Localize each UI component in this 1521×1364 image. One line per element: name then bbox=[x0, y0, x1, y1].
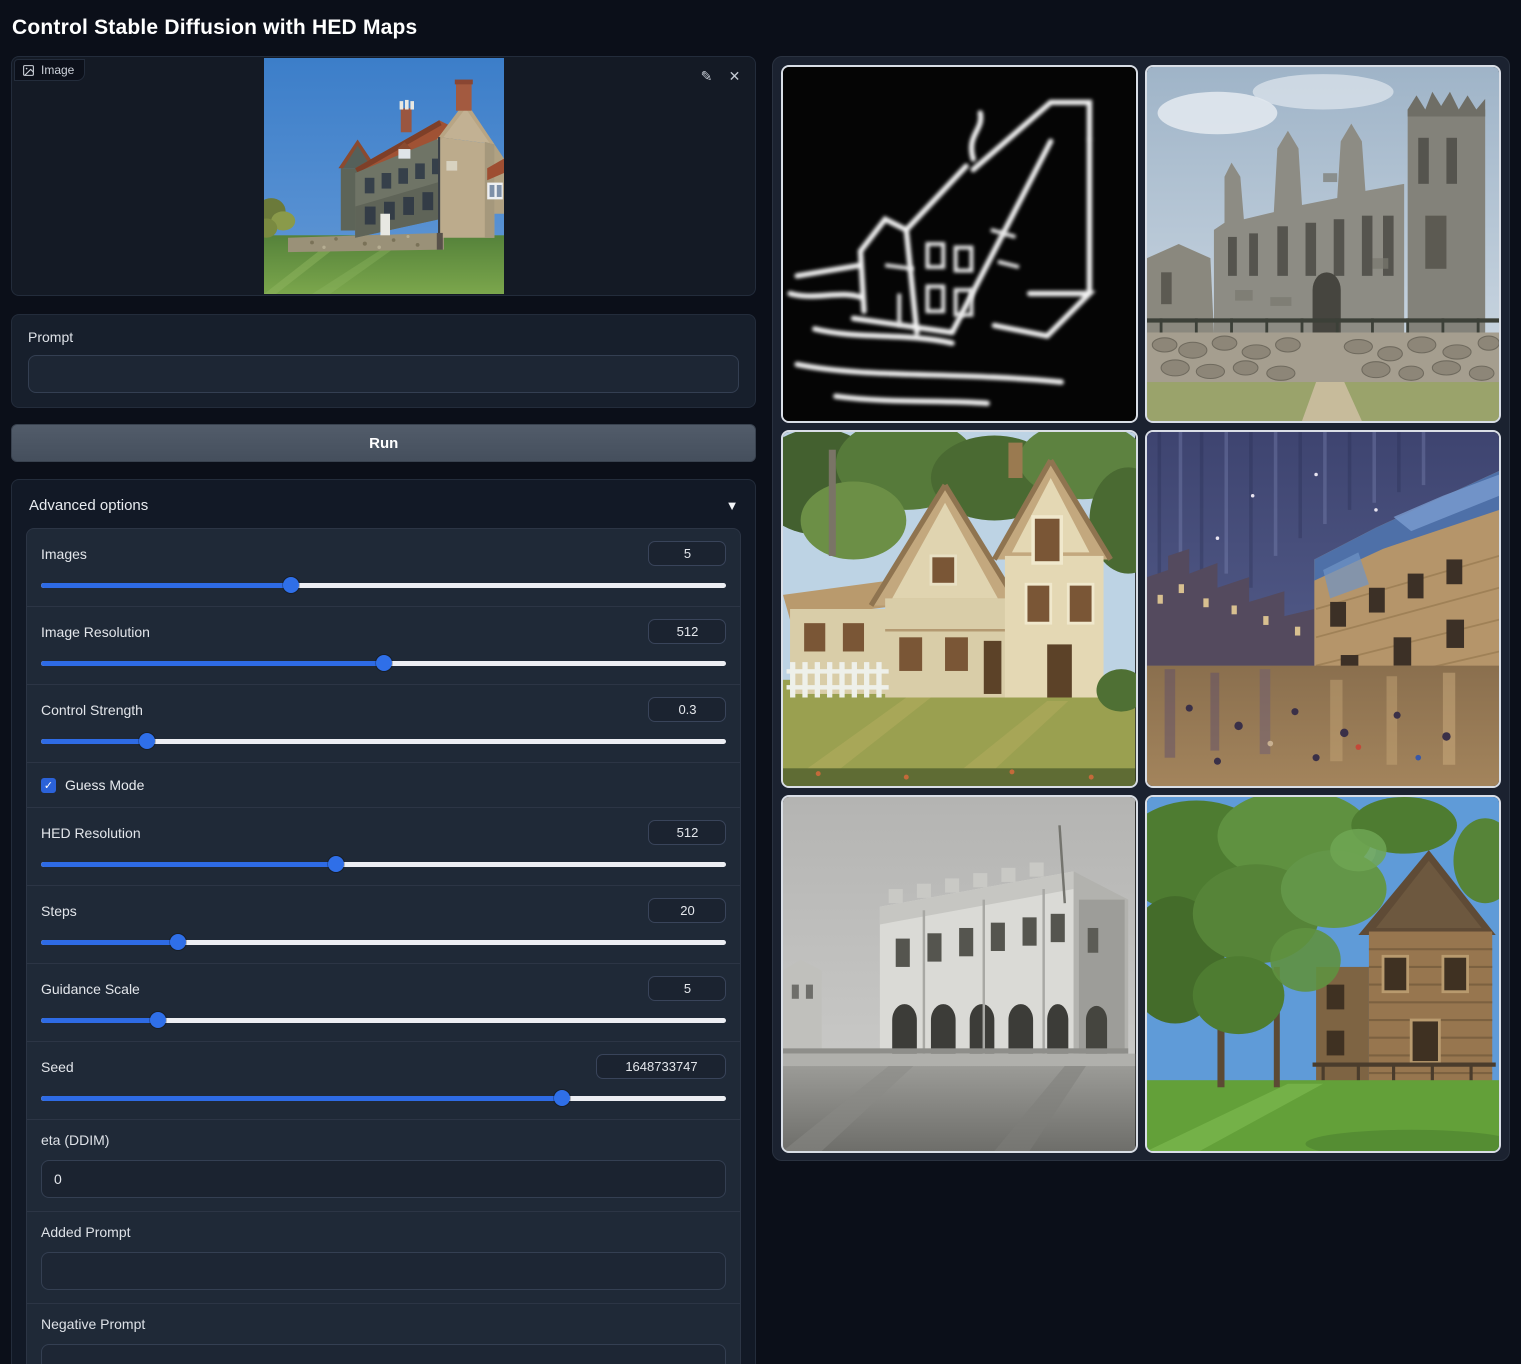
guidance-scale-slider-handle[interactable] bbox=[150, 1012, 166, 1028]
prompt-label: Prompt bbox=[28, 329, 739, 345]
guess-mode-label: Guess Mode bbox=[65, 777, 144, 793]
input-image-component[interactable]: Image ✎ ✕ bbox=[11, 56, 756, 296]
images-slider-label: Images bbox=[41, 546, 87, 562]
advanced-options-title: Advanced options bbox=[29, 497, 148, 514]
cathedral-image bbox=[1147, 67, 1499, 421]
control-strength-value-input[interactable] bbox=[648, 697, 726, 722]
input-image-preview[interactable] bbox=[264, 58, 504, 294]
hed-resolution-value-input[interactable] bbox=[648, 820, 726, 845]
gallery-item-bw-photo[interactable] bbox=[781, 795, 1137, 1153]
prompt-block: Prompt bbox=[11, 314, 756, 408]
gallery-item-cottage-painting[interactable] bbox=[781, 430, 1137, 788]
control-strength-slider-row: Control Strength bbox=[27, 685, 740, 763]
seed-value-input[interactable] bbox=[596, 1054, 726, 1079]
left-column: Image ✎ ✕ bbox=[11, 56, 756, 1364]
seed-slider-handle[interactable] bbox=[554, 1090, 570, 1106]
control-strength-slider-handle[interactable] bbox=[139, 733, 155, 749]
gallery-item-night-painting[interactable] bbox=[1145, 430, 1501, 788]
gallery-item-cathedral[interactable] bbox=[1145, 65, 1501, 423]
wooden-house-image bbox=[1147, 797, 1499, 1151]
main-row: Image ✎ ✕ bbox=[11, 56, 1510, 1364]
advanced-options-accordion: Advanced options ▼ Images bbox=[11, 479, 756, 1364]
clear-image-button[interactable]: ✕ bbox=[723, 65, 745, 87]
steps-slider[interactable] bbox=[41, 934, 726, 950]
steps-slider-label: Steps bbox=[41, 903, 77, 919]
close-icon: ✕ bbox=[729, 68, 741, 85]
steps-slider-row: Steps bbox=[27, 886, 740, 964]
guess-mode-row: ✓ Guess Mode bbox=[27, 763, 740, 808]
image-icon bbox=[22, 64, 35, 77]
images-slider-handle[interactable] bbox=[283, 577, 299, 593]
guess-mode-checkbox[interactable]: ✓ bbox=[41, 778, 56, 793]
hed-resolution-slider[interactable] bbox=[41, 856, 726, 872]
added-prompt-label: Added Prompt bbox=[41, 1224, 726, 1240]
edit-image-button[interactable]: ✎ bbox=[695, 65, 717, 87]
control-strength-slider-label: Control Strength bbox=[41, 702, 143, 718]
run-button[interactable]: Run bbox=[11, 424, 756, 462]
negative-prompt-input[interactable] bbox=[41, 1344, 726, 1364]
guidance-scale-slider-label: Guidance Scale bbox=[41, 981, 140, 997]
eta-label: eta (DDIM) bbox=[41, 1132, 726, 1148]
bw-photo-image bbox=[783, 797, 1135, 1151]
images-value-input[interactable] bbox=[648, 541, 726, 566]
output-gallery bbox=[772, 56, 1510, 1161]
gallery-item-hed-edge-map[interactable] bbox=[781, 65, 1137, 423]
prompt-input[interactable] bbox=[28, 355, 739, 393]
control-strength-slider[interactable] bbox=[41, 733, 726, 749]
advanced-options-form: Images Image Resolution bbox=[26, 528, 741, 1364]
hed-resolution-slider-handle[interactable] bbox=[328, 856, 344, 872]
cottage-painting-image bbox=[783, 432, 1135, 786]
seed-slider-label: Seed bbox=[41, 1059, 74, 1075]
input-house-photo bbox=[264, 58, 504, 294]
negative-prompt-row: Negative Prompt bbox=[27, 1304, 740, 1364]
hed-resolution-slider-label: HED Resolution bbox=[41, 825, 141, 841]
input-image-label: Image bbox=[14, 59, 85, 81]
gallery-item-wooden-house[interactable] bbox=[1145, 795, 1501, 1153]
app-root: Control Stable Diffusion with HED Maps I… bbox=[0, 0, 1521, 1364]
input-image-label-text: Image bbox=[41, 63, 74, 77]
eta-row: eta (DDIM) bbox=[27, 1120, 740, 1212]
pencil-icon: ✎ bbox=[701, 68, 713, 85]
images-slider[interactable] bbox=[41, 577, 726, 593]
added-prompt-input[interactable] bbox=[41, 1252, 726, 1290]
image-resolution-slider[interactable] bbox=[41, 655, 726, 671]
advanced-options-header[interactable]: Advanced options ▼ bbox=[26, 493, 741, 528]
seed-slider[interactable] bbox=[41, 1090, 726, 1106]
guidance-scale-value-input[interactable] bbox=[648, 976, 726, 1001]
seed-slider-row: Seed bbox=[27, 1042, 740, 1120]
eta-input[interactable] bbox=[41, 1160, 726, 1198]
guidance-scale-slider[interactable] bbox=[41, 1012, 726, 1028]
night-painting-image bbox=[1147, 432, 1499, 786]
images-slider-row: Images bbox=[27, 529, 740, 607]
hed-edge-map-image bbox=[783, 67, 1135, 421]
image-actions: ✎ ✕ bbox=[695, 65, 745, 87]
image-resolution-slider-handle[interactable] bbox=[376, 655, 392, 671]
image-resolution-slider-label: Image Resolution bbox=[41, 624, 150, 640]
steps-slider-handle[interactable] bbox=[170, 934, 186, 950]
image-resolution-slider-row: Image Resolution bbox=[27, 607, 740, 685]
added-prompt-row: Added Prompt bbox=[27, 1212, 740, 1304]
page-title: Control Stable Diffusion with HED Maps bbox=[12, 16, 1510, 40]
negative-prompt-label: Negative Prompt bbox=[41, 1316, 726, 1332]
steps-value-input[interactable] bbox=[648, 898, 726, 923]
chevron-down-icon: ▼ bbox=[726, 498, 739, 513]
image-resolution-value-input[interactable] bbox=[648, 619, 726, 644]
check-icon: ✓ bbox=[44, 779, 53, 792]
hed-resolution-slider-row: HED Resolution bbox=[27, 808, 740, 886]
guidance-scale-slider-row: Guidance Scale bbox=[27, 964, 740, 1042]
